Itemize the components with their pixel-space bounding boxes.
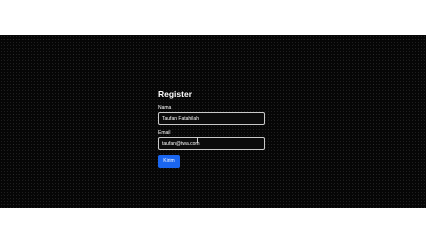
name-field[interactable] (158, 112, 265, 125)
text-cursor-icon (197, 137, 198, 143)
name-label: Nama (158, 105, 172, 111)
register-form: Register Nama Email Kirim (158, 89, 268, 168)
email-group: Email (158, 130, 268, 150)
email-label: Email (158, 130, 171, 136)
email-field[interactable] (158, 137, 265, 150)
name-group: Nama (158, 105, 268, 125)
submit-button[interactable]: Kirim (158, 155, 180, 168)
form-title: Register (158, 89, 193, 99)
